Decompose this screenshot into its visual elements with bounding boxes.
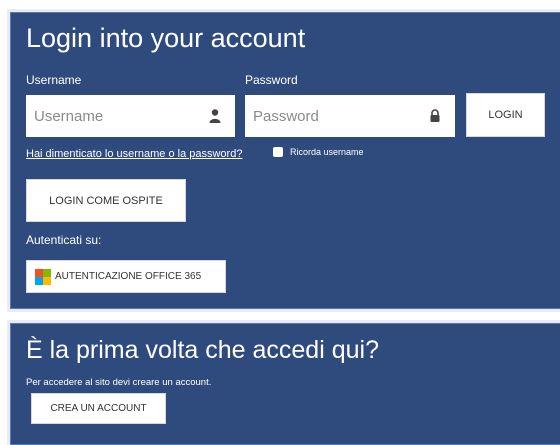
login-panel: Login into your account Username Passwor… (10, 12, 560, 309)
auth-providers-label: Autenticati su: (26, 233, 102, 247)
office365-login-button[interactable]: AUTENTICAZIONE OFFICE 365 (26, 260, 226, 293)
guest-login-button[interactable]: LOGIN COME OSPITE (26, 179, 186, 222)
create-account-button[interactable]: CREA UN ACCOUNT (31, 393, 166, 424)
microsoft-logo-icon (35, 268, 51, 285)
password-label: Password (245, 73, 298, 87)
remember-username-label: Ricorda username (290, 147, 364, 157)
username-label: Username (26, 73, 82, 87)
office365-button-label: AUTENTICAZIONE OFFICE 365 (55, 271, 202, 282)
user-icon (209, 109, 221, 123)
remember-username[interactable]: Ricorda username (273, 147, 364, 157)
forgot-credentials-link[interactable]: Hai dimenticato lo username o la passwor… (26, 148, 242, 160)
lock-icon (430, 109, 440, 122)
username-input[interactable] (26, 95, 194, 137)
password-field-box (245, 95, 455, 137)
password-input[interactable] (245, 95, 413, 137)
username-field-box (26, 95, 235, 137)
signup-panel: È la prima volta che accedi qui? Per acc… (10, 323, 560, 445)
signup-title: È la prima volta che accedi qui? (26, 336, 379, 364)
login-title: Login into your account (26, 23, 306, 53)
login-button[interactable]: LOGIN (466, 93, 545, 137)
remember-username-checkbox[interactable] (273, 147, 283, 157)
signup-description: Per accedere al sito devi creare un acco… (26, 377, 212, 388)
